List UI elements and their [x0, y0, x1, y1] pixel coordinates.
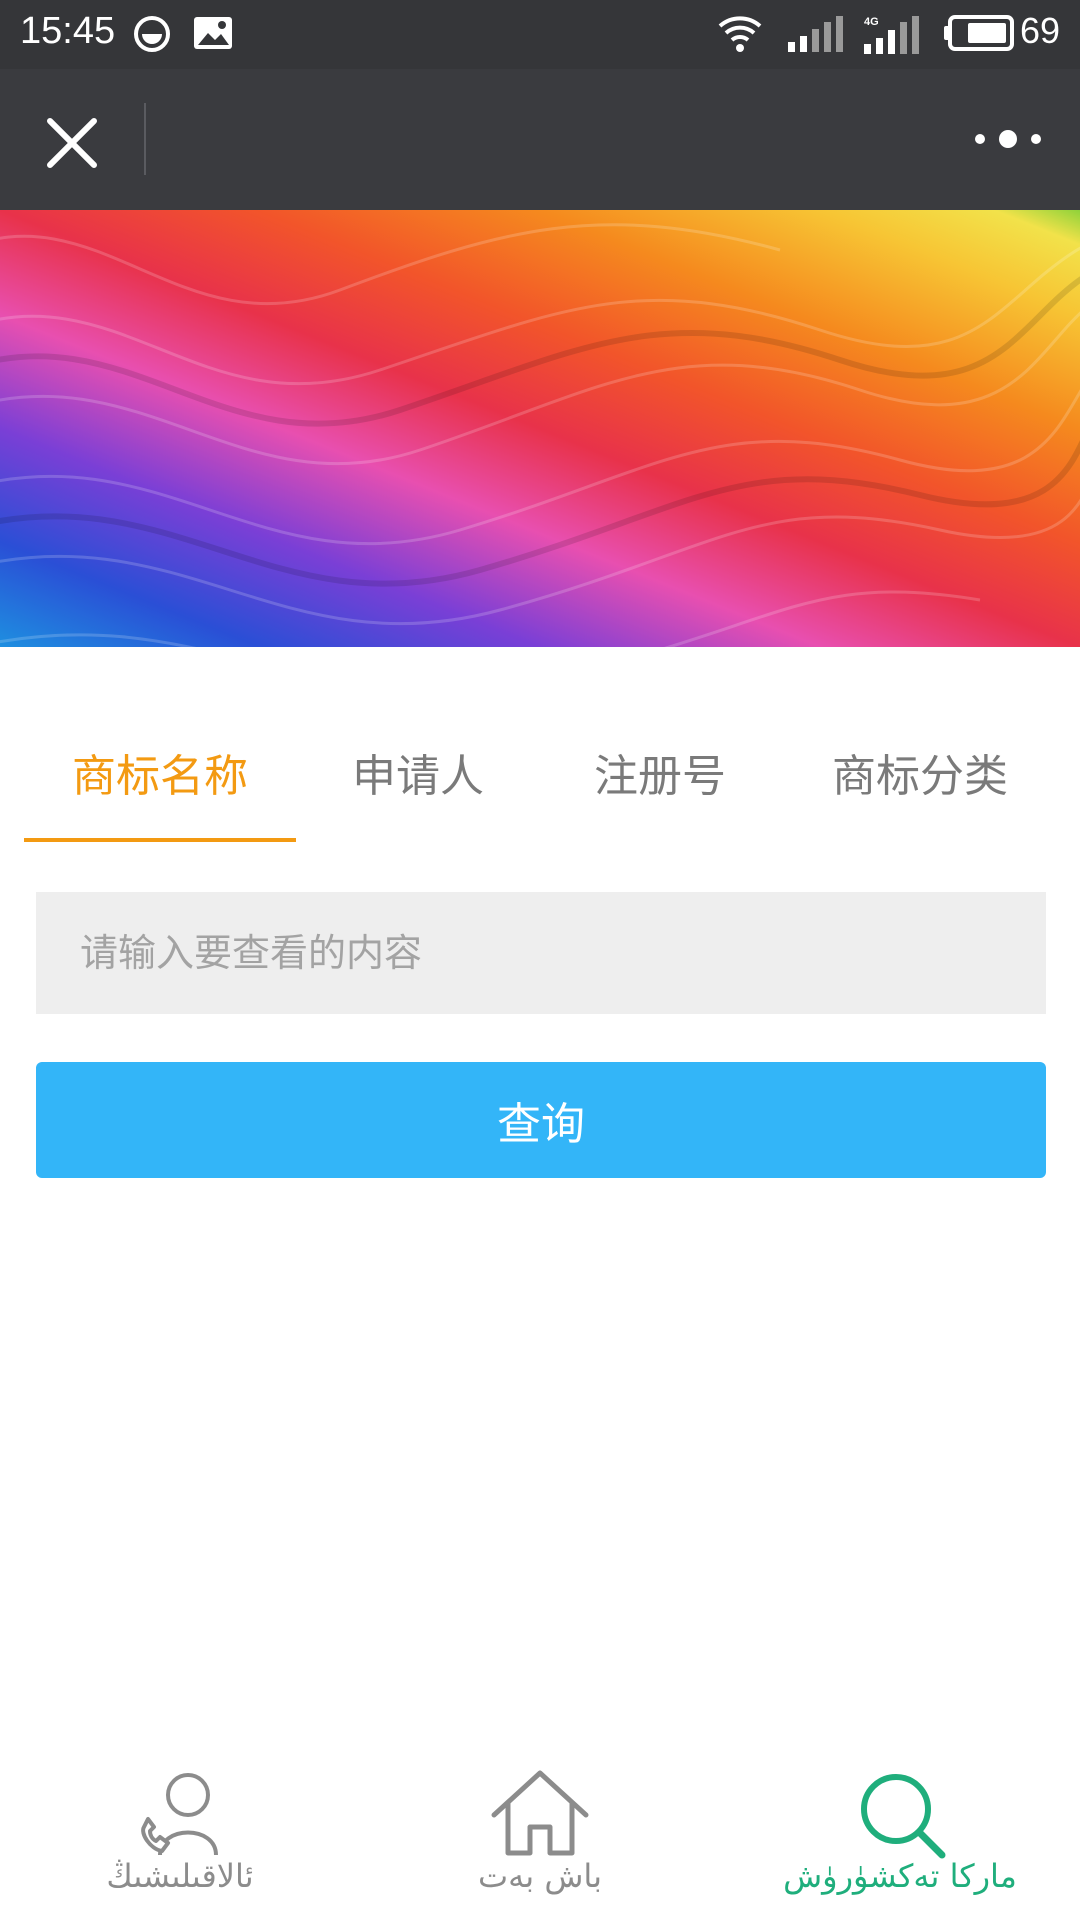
nav-label-home: باش بەت — [477, 1857, 603, 1895]
battery-icon — [944, 15, 1014, 51]
home-icon — [491, 1770, 589, 1856]
tab-trademark-name[interactable]: 商标名称 — [24, 740, 296, 802]
nav-item-trademark-search[interactable]: ماركا تەكشۈرۈش — [750, 1755, 1050, 1920]
tab-trademark-class[interactable]: 商标分类 — [784, 740, 1056, 802]
tab-registration-number[interactable]: 注册号 — [540, 740, 780, 802]
title-bar — [0, 69, 1080, 210]
wifi-icon — [718, 16, 762, 52]
contact-phone-icon — [141, 1773, 218, 1856]
signal-icon — [788, 16, 843, 52]
battery-level: 69 — [1020, 10, 1061, 51]
search-icon — [861, 1774, 946, 1859]
status-bar: 15:45 4G 69 — [0, 0, 1080, 69]
nav-item-contact[interactable]: ئالاقىلىشىڭ — [30, 1755, 330, 1920]
nav-label-trademark-search: ماركا تەكشۈرۈش — [783, 1857, 1017, 1895]
status-time: 15:45 — [20, 10, 116, 52]
signal-4g-icon: 4G — [864, 16, 919, 54]
image-icon — [194, 17, 232, 49]
nav-label-contact: ئالاقىلىشىڭ — [106, 1857, 254, 1895]
face-icon — [134, 16, 170, 52]
nav-item-home[interactable]: باش بەت — [390, 1755, 690, 1920]
banner-image — [0, 210, 1080, 647]
close-icon[interactable] — [44, 115, 100, 171]
tab-bar: 商标名称 申请人 注册号 商标分类 — [0, 700, 1080, 842]
svg-text:4G: 4G — [864, 16, 879, 28]
tab-applicant[interactable]: 申请人 — [300, 740, 536, 802]
active-tab-indicator — [24, 838, 296, 842]
query-button[interactable]: 查询 — [36, 1062, 1046, 1178]
more-icon[interactable] — [972, 127, 1044, 151]
title-divider — [144, 103, 146, 175]
bottom-nav: ئالاقىلىشىڭ باش بەت ماركا تەكشۈرۈش — [0, 1755, 1080, 1920]
search-input[interactable] — [36, 892, 1046, 1014]
